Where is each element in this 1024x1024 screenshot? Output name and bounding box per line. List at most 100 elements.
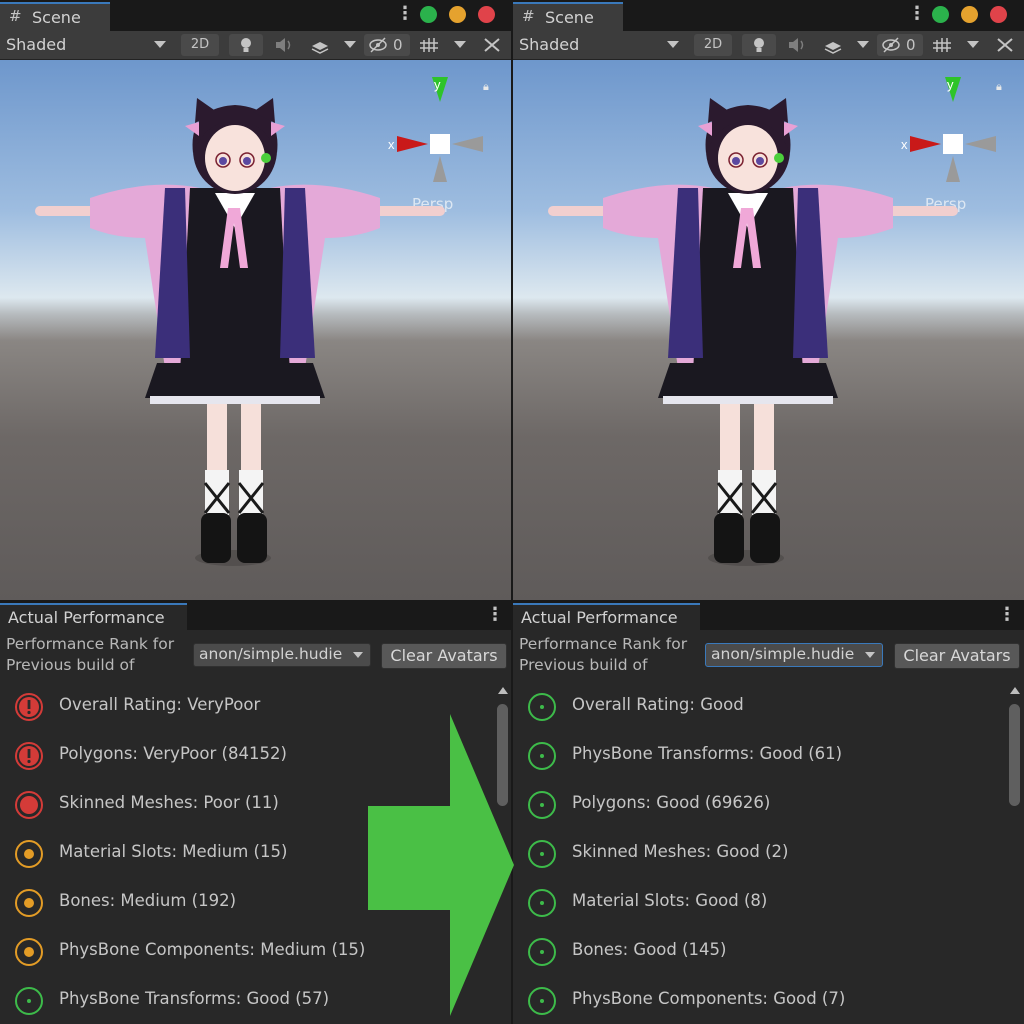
avatar-select-value: anon/simple.hudie — [199, 645, 343, 663]
tools-icon — [484, 38, 500, 52]
list-item-label: PhysBone Components: Good (7) — [572, 989, 846, 1008]
scene-tab-bar: # Scene ⋮ — [513, 0, 1024, 31]
rank-label: Performance Rank for Previous build of — [519, 635, 688, 674]
lightbulb-icon — [754, 38, 764, 52]
ring-dot-icon — [527, 888, 557, 918]
lighting-toggle-button[interactable] — [229, 34, 263, 56]
maximize-dot-icon[interactable] — [420, 6, 437, 23]
effects-button[interactable] — [303, 34, 337, 56]
audio-toggle-button[interactable] — [266, 34, 300, 56]
chevron-down-icon — [865, 652, 875, 658]
hidden-count: 0 — [906, 36, 916, 54]
list-item-label: Overall Rating: VeryPoor — [59, 695, 261, 714]
list-item-label: PhysBone Transforms: Good (57) — [59, 989, 330, 1008]
hidden-count: 0 — [393, 36, 403, 54]
scene-pane-after: # Scene ⋮ Shaded 2D 0 x y 🔒︎ Persp Actua… — [513, 0, 1024, 1024]
scene-viewport[interactable]: x y 🔒︎ Persp — [0, 60, 511, 600]
chevron-down-icon[interactable] — [667, 41, 679, 48]
tools-button[interactable] — [478, 34, 506, 56]
effects-chevron-icon[interactable] — [857, 41, 869, 48]
list-item[interactable]: Polygons: Good (69626) — [513, 778, 1003, 827]
scene-toolbar: Shaded 2D 0 — [513, 31, 1024, 60]
list-item-label: Overall Rating: Good — [572, 695, 744, 714]
grid-button[interactable] — [929, 34, 959, 56]
lock-icon[interactable]: 🔒︎ — [996, 80, 1002, 94]
lock-icon[interactable]: 🔒︎ — [483, 80, 489, 94]
ring-dot-icon — [14, 888, 44, 918]
close-dot-icon[interactable] — [478, 6, 495, 23]
list-item[interactable]: Overall Rating: Good — [513, 680, 1003, 729]
actual-performance-tab-label: Actual Performance — [521, 608, 678, 627]
list-item-label: PhysBone Transforms: Good (61) — [572, 744, 843, 763]
hidden-objects-button[interactable]: 0 — [364, 34, 410, 56]
tools-button[interactable] — [991, 34, 1019, 56]
grid-button[interactable] — [416, 34, 446, 56]
comparison-arrow-icon — [368, 714, 514, 1016]
scene-toolbar: Shaded 2D 0 — [0, 31, 511, 60]
shading-mode-dropdown[interactable]: Shaded — [519, 35, 579, 54]
scroll-up-arrow-icon[interactable] — [498, 687, 508, 694]
2d-toggle-button[interactable]: 2D — [694, 34, 732, 56]
2d-toggle-button[interactable]: 2D — [181, 34, 219, 56]
avatar-select[interactable]: anon/simple.hudie — [705, 643, 883, 667]
list-item[interactable]: PhysBone Transforms: Good (61) — [513, 729, 1003, 778]
eye-slash-icon — [369, 37, 387, 53]
avatar-select[interactable]: anon/simple.hudie — [193, 643, 371, 667]
ring-dot-icon — [527, 986, 557, 1016]
scene-tab[interactable]: # Scene — [0, 2, 110, 31]
scroll-up-arrow-icon[interactable] — [1010, 687, 1020, 694]
scroll-thumb[interactable] — [1009, 704, 1020, 806]
ring-dot-icon — [527, 937, 557, 967]
shading-mode-dropdown[interactable]: Shaded — [6, 35, 66, 54]
avatar-select-value: anon/simple.hudie — [711, 645, 855, 663]
more-options-icon[interactable]: ⋮ — [908, 5, 926, 23]
actual-performance-tab[interactable]: Actual Performance — [513, 603, 700, 630]
clear-avatars-button[interactable]: Clear Avatars — [894, 643, 1020, 669]
scene-tab-bar: # Scene ⋮ — [0, 0, 511, 31]
more-options-icon[interactable]: ⋮ — [998, 606, 1016, 624]
ring-dot-icon — [14, 986, 44, 1016]
chevron-down-icon[interactable] — [154, 41, 166, 48]
maximize-dot-icon[interactable] — [932, 6, 949, 23]
ring-dot-icon — [527, 839, 557, 869]
more-options-icon[interactable]: ⋮ — [396, 5, 414, 23]
lighting-toggle-button[interactable] — [742, 34, 776, 56]
minimize-dot-icon[interactable] — [961, 6, 978, 23]
speaker-icon — [789, 38, 804, 52]
list-item[interactable]: Material Slots: Good (8) — [513, 876, 1003, 925]
avatar-model — [35, 98, 445, 566]
clear-avatars-button[interactable]: Clear Avatars — [381, 643, 507, 669]
exclamation-circle-icon — [14, 692, 44, 722]
grid-chevron-icon[interactable] — [967, 41, 979, 48]
avatar-model — [548, 98, 958, 566]
gizmo-y-label: y — [947, 77, 954, 92]
scrollbar[interactable] — [1005, 682, 1023, 1024]
more-options-icon[interactable]: ⋮ — [486, 606, 504, 624]
hidden-objects-button[interactable]: 0 — [877, 34, 923, 56]
scene-viewport[interactable]: x y 🔒︎ Persp — [513, 60, 1024, 600]
grid-chevron-icon[interactable] — [454, 41, 466, 48]
list-item-label: Bones: Good (145) — [572, 940, 727, 959]
ring-dot-icon — [14, 839, 44, 869]
scene-tab[interactable]: # Scene — [513, 2, 623, 31]
list-item[interactable]: Bones: Good (145) — [513, 925, 1003, 974]
effects-button[interactable] — [816, 34, 850, 56]
actual-performance-tab[interactable]: Actual Performance — [0, 603, 187, 630]
eye-slash-icon — [882, 37, 900, 53]
effects-chevron-icon[interactable] — [344, 41, 356, 48]
tools-icon — [997, 38, 1013, 52]
list-item[interactable]: Skinned Meshes: Good (2) — [513, 827, 1003, 876]
performance-panel: Actual Performance ⋮ Performance Rank fo… — [513, 600, 1024, 1024]
speaker-icon — [276, 38, 291, 52]
lightbulb-icon — [241, 38, 251, 52]
minimize-dot-icon[interactable] — [449, 6, 466, 23]
list-item-label: Polygons: Good (69626) — [572, 793, 771, 812]
audio-toggle-button[interactable] — [779, 34, 813, 56]
list-item-label: Bones: Medium (192) — [59, 891, 237, 910]
list-item-label: Skinned Meshes: Good (2) — [572, 842, 789, 861]
list-item[interactable]: PhysBone Components: Good (7) — [513, 974, 1003, 1023]
grid-icon — [933, 38, 951, 52]
filled-circle-icon — [14, 790, 44, 820]
layers-icon — [311, 42, 329, 54]
close-dot-icon[interactable] — [990, 6, 1007, 23]
